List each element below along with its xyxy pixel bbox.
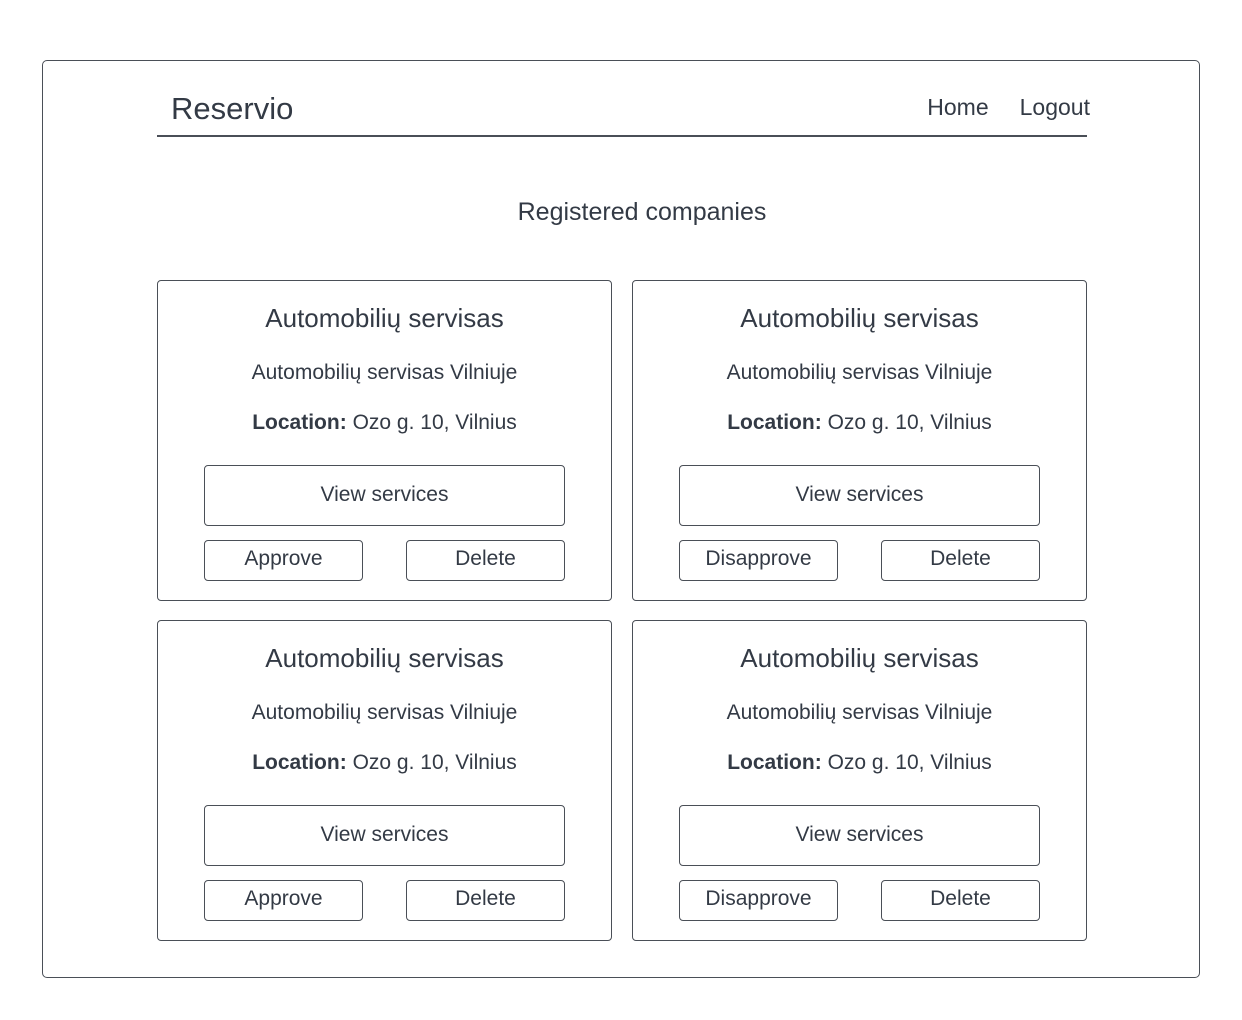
location-label: Location: xyxy=(252,411,347,434)
company-card: Automobilių servisas Automobilių servisa… xyxy=(632,280,1087,601)
brand-logo[interactable]: Reservio xyxy=(171,91,293,127)
company-location: Location: Ozo g. 10, Vilnius xyxy=(158,751,611,775)
location-label: Location: xyxy=(727,411,822,434)
disapprove-button[interactable]: Disapprove xyxy=(679,880,838,921)
company-description: Automobilių servisas Vilniuje xyxy=(251,361,518,384)
nav-link-logout[interactable]: Logout xyxy=(1020,94,1090,121)
delete-button[interactable]: Delete xyxy=(881,880,1040,921)
company-description: Automobilių servisas Vilniuje xyxy=(726,361,993,384)
page-title: Registered companies xyxy=(517,198,767,226)
navbar: Reservio Home Logout xyxy=(157,80,1090,137)
approve-button[interactable]: Approve xyxy=(204,540,363,581)
view-services-button[interactable]: View services xyxy=(204,465,565,526)
company-name: Automobilių servisas xyxy=(265,643,504,673)
company-name: Automobilių servisas xyxy=(740,643,979,673)
company-name: Automobilių servisas xyxy=(265,303,504,333)
delete-button[interactable]: Delete xyxy=(406,880,565,921)
location-value: Ozo g. 10, Vilnius xyxy=(352,751,517,774)
view-services-button[interactable]: View services xyxy=(679,805,1040,866)
nav-link-home[interactable]: Home xyxy=(927,94,988,121)
delete-button[interactable]: Delete xyxy=(406,540,565,581)
nav-links: Home Logout xyxy=(927,94,1090,121)
location-value: Ozo g. 10, Vilnius xyxy=(352,411,517,434)
disapprove-button[interactable]: Disapprove xyxy=(679,540,838,581)
approve-button[interactable]: Approve xyxy=(204,880,363,921)
location-label: Location: xyxy=(727,751,822,774)
company-description: Automobilių servisas Vilniuje xyxy=(251,701,518,724)
company-description: Automobilių servisas Vilniuje xyxy=(726,701,993,724)
company-card: Automobilių servisas Automobilių servisa… xyxy=(157,620,612,941)
view-services-button[interactable]: View services xyxy=(679,465,1040,526)
location-value: Ozo g. 10, Vilnius xyxy=(827,411,992,434)
company-name: Automobilių servisas xyxy=(740,303,979,333)
view-services-button[interactable]: View services xyxy=(204,805,565,866)
company-location: Location: Ozo g. 10, Vilnius xyxy=(158,411,611,435)
company-card: Automobilių servisas Automobilių servisa… xyxy=(157,280,612,601)
delete-button[interactable]: Delete xyxy=(881,540,1040,581)
company-location: Location: Ozo g. 10, Vilnius xyxy=(633,411,1086,435)
company-location: Location: Ozo g. 10, Vilnius xyxy=(633,751,1086,775)
company-card: Automobilių servisas Automobilių servisa… xyxy=(632,620,1087,941)
location-label: Location: xyxy=(252,751,347,774)
location-value: Ozo g. 10, Vilnius xyxy=(827,751,992,774)
